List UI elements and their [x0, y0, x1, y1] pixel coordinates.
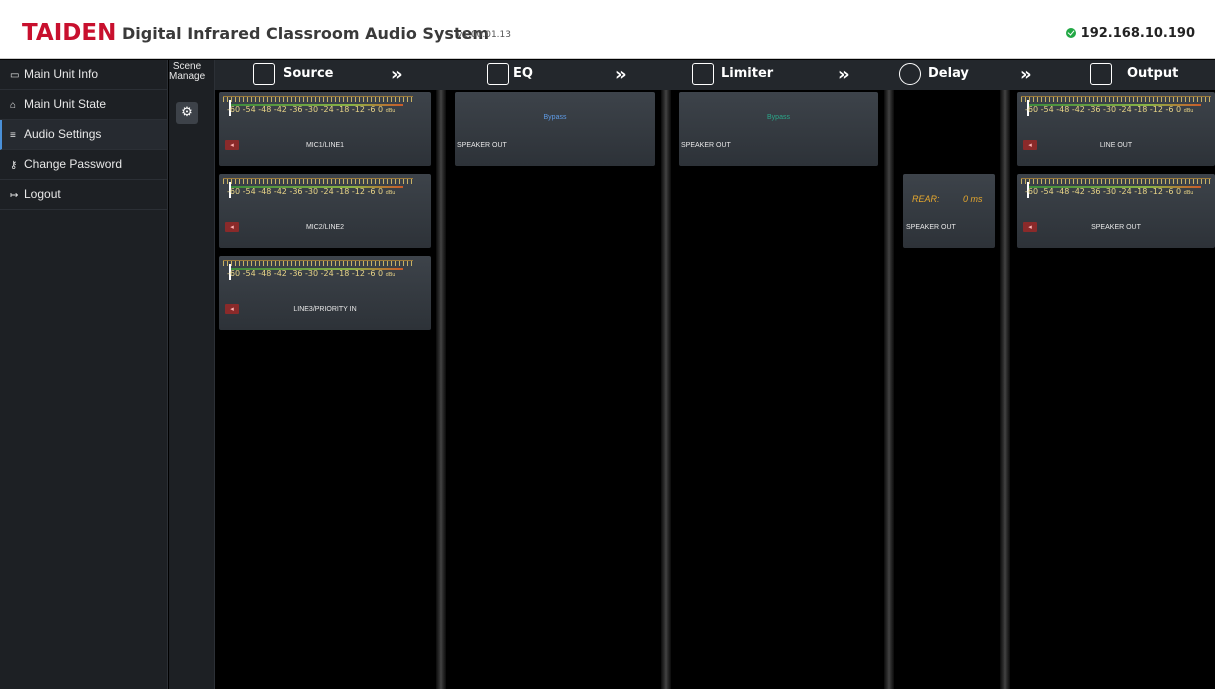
bypass-status: Bypass — [543, 114, 567, 121]
connection-status: 192.168.10.190 — [1065, 26, 1195, 41]
source-card-mic1[interactable]: -60 -54 -48 -42 -36 -30 -24 -18 -12 -6 0… — [219, 92, 431, 166]
gears-icon: ⚙ — [181, 105, 193, 120]
sidebar-item-audio-settings[interactable]: ≡ Audio Settings — [0, 120, 167, 150]
meter-unit: dBu — [385, 108, 396, 114]
scene-manage-button[interactable]: ⚙ — [176, 102, 198, 124]
scene-panel: Scene Manage ⚙ — [169, 60, 215, 689]
check-circle-icon — [1065, 28, 1076, 38]
scene-label-line2: Manage — [169, 71, 206, 82]
column-divider — [436, 90, 446, 689]
stage-header-bar: Source » EQ » Limiter » Delay » Output — [215, 60, 1215, 90]
meter-scale: -60 -54 -48 -42 -36 -30 -24 -18 -12 -6 0 — [1025, 187, 1182, 196]
sidebar-item-label: Main Unit State — [24, 97, 107, 111]
chevron-right-icon: » — [615, 64, 627, 85]
meter-scale: -60 -54 -48 -42 -36 -30 -24 -18 -12 -6 0 — [1025, 105, 1182, 114]
source-icon — [253, 63, 275, 85]
brand-logo: TAIDEN — [22, 20, 117, 46]
channel-name: SPEAKER OUT — [681, 142, 731, 149]
column-divider — [661, 90, 671, 689]
column-divider — [884, 90, 894, 689]
scene-manage-label: Scene Manage — [169, 62, 205, 82]
monitor-icon: ▭ — [10, 70, 20, 81]
channel-name: SPEAKER OUT — [906, 224, 956, 231]
delay-card-speaker-out[interactable]: REAR: 0 ms SPEAKER OUT — [903, 174, 995, 248]
output-card-speaker-out[interactable]: -60 -54 -48 -42 -36 -30 -24 -18 -12 -6 0… — [1017, 174, 1215, 248]
limiter-icon — [692, 63, 714, 85]
column-divider — [1000, 90, 1010, 689]
meter-scale: -60 -54 -48 -42 -36 -30 -24 -18 -12 -6 0 — [227, 187, 384, 196]
stage-title-eq: EQ — [513, 66, 533, 81]
app-title: Digital Infrared Classroom Audio System — [122, 24, 490, 43]
clock-icon — [899, 63, 921, 85]
level-meter: -60 -54 -48 -42 -36 -30 -24 -18 -12 -6 0… — [223, 96, 423, 120]
sidebar-item-label: Audio Settings — [24, 127, 102, 141]
logout-icon: ↦ — [10, 190, 19, 201]
sidebar-item-main-unit-state[interactable]: ⌂ Main Unit State — [0, 90, 167, 120]
chevron-right-icon: » — [391, 64, 403, 85]
channel-name: LINE OUT — [1099, 142, 1133, 149]
level-meter: -60 -54 -48 -42 -36 -30 -24 -18 -12 -6 0… — [223, 260, 423, 284]
meter-unit: dBu — [1183, 108, 1194, 114]
sidebar-item-label: Change Password — [24, 157, 123, 171]
stage-title-source: Source — [283, 66, 334, 81]
sidebar-item-logout[interactable]: ↦ Logout — [0, 180, 167, 210]
version-label: v1.00.01.13 — [457, 30, 511, 40]
meter-unit: dBu — [385, 190, 396, 196]
home-icon: ⌂ — [10, 100, 17, 111]
meter-scale: -60 -54 -48 -42 -36 -30 -24 -18 -12 -6 0 — [227, 105, 384, 114]
chevron-right-icon: » — [838, 64, 850, 85]
meter-unit: dBu — [385, 272, 396, 278]
delay-value: 0 ms — [963, 194, 983, 204]
sidebar-item-label: Logout — [24, 187, 61, 201]
channel-name: MIC1/LINE1 — [305, 142, 345, 149]
sidebar-item-change-password[interactable]: ⚷ Change Password — [0, 150, 167, 180]
key-icon: ⚷ — [10, 160, 18, 171]
channel-name: LINE3/PRIORITY IN — [293, 306, 357, 313]
level-meter: -60 -54 -48 -42 -36 -30 -24 -18 -12 -6 0… — [1021, 178, 1215, 202]
app-window: TAIDEN Digital Infrared Classroom Audio … — [0, 0, 1215, 689]
stage-title-output: Output — [1127, 66, 1179, 81]
channel-name: SPEAKER OUT — [457, 142, 507, 149]
bypass-status: Bypass — [767, 114, 790, 121]
delay-label: REAR: — [912, 194, 940, 204]
output-icon — [1090, 63, 1112, 85]
level-meter: -60 -54 -48 -42 -36 -30 -24 -18 -12 -6 0… — [1021, 96, 1215, 120]
source-card-mic2[interactable]: -60 -54 -48 -42 -36 -30 -24 -18 -12 -6 0… — [219, 174, 431, 248]
output-card-line-out[interactable]: -60 -54 -48 -42 -36 -30 -24 -18 -12 -6 0… — [1017, 92, 1215, 166]
eq-icon — [487, 63, 509, 85]
channel-name: MIC2/LINE2 — [305, 224, 345, 231]
limiter-card-speaker-out[interactable]: Bypass SPEAKER OUT — [679, 92, 878, 166]
meter-unit: dBu — [1183, 190, 1194, 196]
chevron-right-icon: » — [1020, 64, 1032, 85]
sidebar-item-label: Main Unit Info — [24, 67, 99, 81]
level-meter: -60 -54 -48 -42 -36 -30 -24 -18 -12 -6 0… — [223, 178, 423, 202]
ip-address: 192.168.10.190 — [1080, 26, 1195, 41]
stage-title-limiter: Limiter — [721, 66, 774, 81]
sidebar-item-main-unit-info[interactable]: ▭ Main Unit Info — [0, 60, 167, 90]
channel-name: SPEAKER OUT — [1091, 224, 1141, 231]
sliders-icon: ≡ — [10, 130, 16, 141]
meter-scale: -60 -54 -48 -42 -36 -30 -24 -18 -12 -6 0 — [227, 269, 384, 278]
sidebar: ▭ Main Unit Info ⌂ Main Unit State ≡ Audio … — [0, 60, 168, 689]
stage-title-delay: Delay — [928, 66, 969, 81]
header-bar: TAIDEN Digital Infrared Classroom Audio … — [0, 0, 1215, 59]
eq-card-speaker-out[interactable]: Bypass SPEAKER OUT — [455, 92, 655, 166]
source-card-line3[interactable]: -60 -54 -48 -42 -36 -30 -24 -18 -12 -6 0… — [219, 256, 431, 330]
